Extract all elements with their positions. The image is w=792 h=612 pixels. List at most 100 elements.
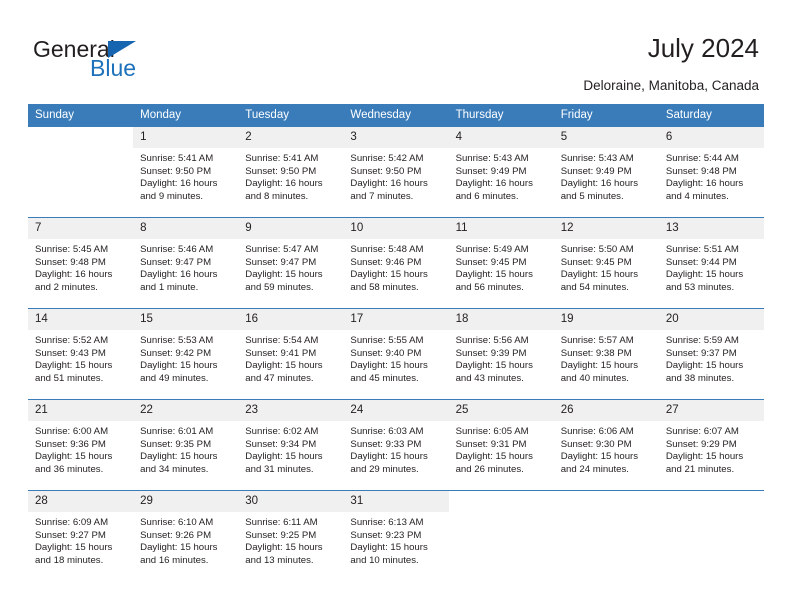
calendar-day-cell[interactable]: 18 Sunrise: 5:56 AM Sunset: 9:39 PM Dayligh… bbox=[448, 308, 554, 400]
day-info-line: Sunset: 9:34 PM bbox=[245, 438, 317, 450]
calendar-day-cell[interactable]: 24 Sunrise: 6:03 AM Sunset: 9:33 PM Dayligh… bbox=[343, 399, 449, 491]
day-info-line: Sunset: 9:30 PM bbox=[560, 438, 632, 450]
calendar-day-cell[interactable]: 20 Sunrise: 5:59 AM Sunset: 9:37 PM Dayligh… bbox=[658, 308, 764, 400]
calendar-day-cell[interactable]: 19 Sunrise: 5:57 AM Sunset: 9:38 PM Dayligh… bbox=[553, 308, 659, 400]
weekday-header-monday: Monday bbox=[133, 104, 239, 127]
day-info-line: and 51 minutes. bbox=[35, 372, 104, 384]
calendar-day-cell[interactable]: 22 Sunrise: 6:01 AM Sunset: 9:35 PM Dayligh… bbox=[133, 399, 239, 491]
day-info-line: Sunset: 9:50 PM bbox=[140, 165, 212, 177]
day-info-line: Sunrise: 5:47 AM bbox=[245, 244, 319, 255]
day-info-line: Sunset: 9:35 PM bbox=[140, 438, 212, 450]
calendar-day-cell[interactable]: 27 Sunrise: 6:07 AM Sunset: 9:29 PM Dayligh… bbox=[658, 399, 764, 491]
day-info-line: and 21 minutes. bbox=[665, 463, 735, 475]
calendar-empty-cell bbox=[28, 127, 134, 218]
calendar-day-cell[interactable]: 6 Sunrise: 5:44 AM Sunset: 9:48 PM Daylight… bbox=[658, 127, 764, 218]
calendar-day-cell[interactable]: 14 Sunrise: 5:52 AM Sunset: 9:43 PM Dayligh… bbox=[28, 308, 134, 400]
calendar-day-cell[interactable]: 5 Sunrise: 5:43 AM Sunset: 9:49 PM Daylight… bbox=[553, 127, 659, 218]
calendar-day-cell[interactable]: 16 Sunrise: 5:54 AM Sunset: 9:41 PM Dayligh… bbox=[238, 308, 344, 400]
day-info-line: Sunset: 9:40 PM bbox=[350, 347, 422, 359]
calendar-day-cell[interactable]: 15 Sunrise: 5:53 AM Sunset: 9:42 PM Dayligh… bbox=[133, 308, 239, 400]
day-number: 24 bbox=[343, 400, 449, 421]
day-info-line: Sunrise: 5:46 AM bbox=[140, 244, 214, 255]
day-number: 21 bbox=[28, 400, 134, 421]
day-sun-info: Sunrise: 5:54 AM Sunset: 9:41 PM Daylight:… bbox=[238, 330, 343, 385]
day-info-line: Sunrise: 6:11 AM bbox=[245, 517, 318, 528]
calendar-day-cell[interactable]: 10 Sunrise: 5:48 AM Sunset: 9:46 PM Dayligh… bbox=[343, 217, 449, 309]
day-number: 14 bbox=[28, 309, 134, 330]
day-sun-info: Sunrise: 6:13 AM Sunset: 9:23 PM Daylight:… bbox=[343, 512, 448, 567]
calendar-day-cell[interactable]: 13 Sunrise: 5:51 AM Sunset: 9:44 PM Dayligh… bbox=[658, 217, 764, 309]
location-subtitle: Deloraine, Manitoba, Canada bbox=[583, 78, 759, 93]
day-info-line: Sunrise: 6:05 AM bbox=[455, 426, 529, 437]
day-info-line: Daylight: 16 hours bbox=[245, 178, 323, 190]
day-info-line: Sunrise: 6:00 AM bbox=[35, 426, 109, 437]
calendar-day-cell[interactable]: 2 Sunrise: 5:41 AM Sunset: 9:50 PM Daylight… bbox=[238, 127, 344, 218]
day-sun-info: Sunrise: 5:55 AM Sunset: 9:40 PM Daylight:… bbox=[343, 330, 448, 385]
day-info-line: Sunrise: 6:01 AM bbox=[140, 426, 214, 437]
day-sun-info: Sunrise: 6:01 AM Sunset: 9:35 PM Daylight:… bbox=[133, 421, 238, 476]
day-info-line: Daylight: 15 hours bbox=[140, 542, 218, 554]
day-info-line: Sunrise: 6:06 AM bbox=[560, 426, 634, 437]
day-number bbox=[448, 491, 554, 512]
calendar-day-cell[interactable]: 9 Sunrise: 5:47 AM Sunset: 9:47 PM Daylight… bbox=[238, 217, 344, 309]
day-info-line: Sunrise: 5:55 AM bbox=[350, 335, 424, 346]
calendar-week-row: 21 Sunrise: 6:00 AM Sunset: 9:36 PM Dayligh… bbox=[28, 399, 764, 491]
day-info-line: and 24 minutes. bbox=[560, 463, 629, 475]
day-info-line: and 31 minutes. bbox=[245, 463, 314, 475]
day-info-line: Sunset: 9:31 PM bbox=[455, 438, 527, 450]
day-info-line: and 43 minutes. bbox=[455, 372, 524, 384]
day-info-line: Sunset: 9:37 PM bbox=[665, 347, 737, 359]
day-number: 1 bbox=[133, 127, 239, 148]
day-info-line: Sunset: 9:23 PM bbox=[350, 529, 422, 541]
calendar-day-cell[interactable]: 30 Sunrise: 6:11 AM Sunset: 9:25 PM Dayligh… bbox=[238, 490, 344, 581]
calendar-day-cell[interactable]: 21 Sunrise: 6:00 AM Sunset: 9:36 PM Dayligh… bbox=[28, 399, 134, 491]
day-sun-info: Sunrise: 5:51 AM Sunset: 9:44 PM Daylight:… bbox=[659, 239, 764, 294]
calendar-empty-cell bbox=[553, 490, 659, 581]
calendar-day-cell[interactable]: 25 Sunrise: 6:05 AM Sunset: 9:31 PM Dayligh… bbox=[448, 399, 554, 491]
day-info-line: Sunset: 9:46 PM bbox=[350, 256, 422, 268]
calendar-day-cell[interactable]: 7 Sunrise: 5:45 AM Sunset: 9:48 PM Daylight… bbox=[28, 217, 134, 309]
calendar-day-cell[interactable]: 12 Sunrise: 5:50 AM Sunset: 9:45 PM Dayligh… bbox=[553, 217, 659, 309]
day-sun-info: Sunrise: 5:56 AM Sunset: 9:39 PM Daylight:… bbox=[449, 330, 554, 385]
day-info-line: Sunrise: 5:52 AM bbox=[35, 335, 109, 346]
day-info-line: Sunset: 9:36 PM bbox=[35, 438, 106, 450]
day-info-line: and 56 minutes. bbox=[455, 281, 524, 293]
calendar-day-cell[interactable]: 17 Sunrise: 5:55 AM Sunset: 9:40 PM Dayligh… bbox=[343, 308, 449, 400]
day-number: 12 bbox=[553, 218, 659, 239]
day-sun-info: Sunrise: 6:03 AM Sunset: 9:33 PM Daylight:… bbox=[343, 421, 448, 476]
day-info-line: Sunrise: 5:51 AM bbox=[665, 244, 739, 255]
calendar-day-cell[interactable]: 26 Sunrise: 6:06 AM Sunset: 9:30 PM Dayligh… bbox=[553, 399, 659, 491]
day-number: 4 bbox=[448, 127, 554, 148]
calendar-day-cell[interactable]: 31 Sunrise: 6:13 AM Sunset: 9:23 PM Dayligh… bbox=[343, 490, 449, 581]
day-sun-info: Sunrise: 5:41 AM Sunset: 9:50 PM Daylight:… bbox=[133, 148, 238, 203]
weekday-header-friday: Friday bbox=[553, 104, 659, 127]
day-number: 13 bbox=[658, 218, 764, 239]
day-number: 25 bbox=[448, 400, 554, 421]
day-info-line: Sunrise: 5:59 AM bbox=[665, 335, 739, 346]
day-number: 22 bbox=[133, 400, 239, 421]
day-sun-info: Sunrise: 6:00 AM Sunset: 9:36 PM Daylight:… bbox=[28, 421, 133, 476]
page-title: July 2024 bbox=[647, 33, 759, 63]
day-info-line: Daylight: 15 hours bbox=[455, 269, 533, 281]
day-info-line: Sunrise: 5:48 AM bbox=[350, 244, 424, 255]
calendar-day-cell[interactable]: 29 Sunrise: 6:10 AM Sunset: 9:26 PM Dayligh… bbox=[133, 490, 239, 581]
day-info-line: and 18 minutes. bbox=[35, 554, 104, 566]
calendar-day-cell[interactable]: 3 Sunrise: 5:42 AM Sunset: 9:50 PM Daylight… bbox=[343, 127, 449, 218]
day-number: 6 bbox=[658, 127, 764, 148]
calendar-day-cell[interactable]: 28 Sunrise: 6:09 AM Sunset: 9:27 PM Dayligh… bbox=[28, 490, 134, 581]
day-sun-info: Sunrise: 5:49 AM Sunset: 9:45 PM Daylight:… bbox=[449, 239, 554, 294]
day-info-line: Sunrise: 5:41 AM bbox=[245, 153, 319, 164]
calendar-day-cell[interactable]: 23 Sunrise: 6:02 AM Sunset: 9:34 PM Dayligh… bbox=[238, 399, 344, 491]
day-info-line: and 1 minute. bbox=[140, 281, 199, 293]
day-info-line: and 54 minutes. bbox=[560, 281, 629, 293]
day-info-line: Sunrise: 5:53 AM bbox=[140, 335, 214, 346]
calendar-day-cell[interactable]: 4 Sunrise: 5:43 AM Sunset: 9:49 PM Daylight… bbox=[448, 127, 554, 218]
day-sun-info: Sunrise: 6:05 AM Sunset: 9:31 PM Daylight:… bbox=[449, 421, 554, 476]
logo-text-blue: Blue bbox=[90, 55, 137, 81]
calendar-day-cell[interactable]: 1 Sunrise: 5:41 AM Sunset: 9:50 PM Daylight… bbox=[133, 127, 239, 218]
calendar-week-row: 28 Sunrise: 6:09 AM Sunset: 9:27 PM Dayligh… bbox=[28, 490, 764, 581]
weekday-header-thursday: Thursday bbox=[448, 104, 554, 127]
calendar-day-cell[interactable]: 11 Sunrise: 5:49 AM Sunset: 9:45 PM Dayligh… bbox=[448, 217, 554, 309]
day-number: 23 bbox=[238, 400, 344, 421]
calendar-day-cell[interactable]: 8 Sunrise: 5:46 AM Sunset: 9:47 PM Daylight… bbox=[133, 217, 239, 309]
